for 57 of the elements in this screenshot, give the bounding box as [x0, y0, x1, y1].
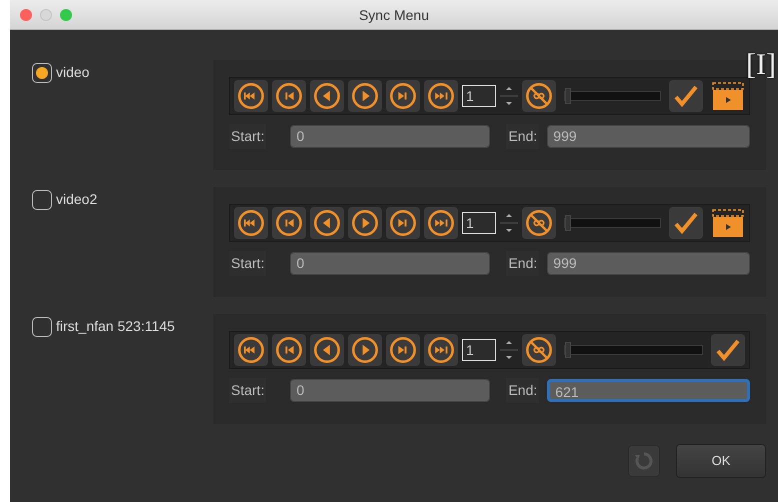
next-frame-button[interactable] — [386, 80, 420, 112]
slider-track[interactable] — [564, 218, 661, 228]
start-label: Start: — [229, 378, 266, 403]
source-label: video2 — [56, 190, 98, 209]
radio-button[interactable] — [32, 62, 52, 82]
previous-frame-button[interactable] — [272, 80, 306, 112]
previous-frame-button[interactable] — [272, 207, 306, 239]
slider-thumb[interactable] — [565, 88, 571, 104]
previous-frame-button[interactable] — [272, 334, 306, 366]
last-frame-button[interactable] — [424, 334, 458, 366]
reverse-play-button[interactable] — [310, 207, 344, 239]
reverse-play-button[interactable] — [310, 80, 344, 112]
frame-field[interactable]: 1 — [462, 212, 496, 234]
start-label: Start: — [229, 124, 266, 149]
slider-track[interactable] — [564, 345, 703, 355]
overlay-mark: [I] — [746, 50, 776, 80]
play-button[interactable] — [348, 334, 382, 366]
play-button[interactable] — [348, 80, 382, 112]
radio-button[interactable] — [32, 190, 52, 210]
slider-track[interactable] — [564, 91, 661, 101]
end-field[interactable]: 999 — [547, 252, 750, 275]
start-field[interactable]: 0 — [290, 125, 490, 148]
source-label: first_nfan 523:1145 — [56, 317, 175, 336]
loop-off-button[interactable] — [522, 334, 556, 366]
clapperboard-button[interactable] — [711, 80, 745, 112]
last-frame-button[interactable] — [424, 207, 458, 239]
ok-button[interactable]: OK — [676, 444, 766, 478]
confirm-button[interactable] — [669, 207, 703, 239]
end-label: End: — [506, 124, 540, 149]
source-label: video — [56, 63, 90, 82]
radio-button[interactable] — [32, 316, 52, 336]
last-frame-button[interactable] — [424, 80, 458, 112]
frame-field[interactable]: 1 — [462, 339, 496, 361]
start-field[interactable]: 0 — [290, 379, 490, 402]
confirm-button[interactable] — [669, 80, 703, 112]
first-frame-button[interactable] — [234, 80, 268, 112]
start-label: Start: — [229, 251, 266, 276]
end-field[interactable]: 999 — [547, 125, 750, 148]
loop-off-button[interactable] — [522, 80, 556, 112]
first-frame-button[interactable] — [234, 334, 268, 366]
end-label: End: — [506, 251, 540, 276]
clapperboard-button[interactable] — [711, 207, 745, 239]
confirm-button[interactable] — [711, 334, 745, 366]
next-frame-button[interactable] — [386, 334, 420, 366]
refresh-icon — [634, 451, 654, 471]
slider-thumb[interactable] — [565, 215, 571, 231]
loop-off-button[interactable] — [522, 207, 556, 239]
slider-thumb[interactable] — [565, 342, 571, 358]
next-frame-button[interactable] — [386, 207, 420, 239]
play-button[interactable] — [348, 207, 382, 239]
window-title: Sync Menu — [358, 6, 430, 25]
start-field[interactable]: 0 — [290, 252, 490, 275]
end-label: End: — [506, 378, 540, 403]
first-frame-button[interactable] — [234, 207, 268, 239]
frame-field[interactable]: 1 — [462, 85, 496, 107]
end-field[interactable]: 621 — [547, 379, 750, 402]
reverse-play-button[interactable] — [310, 334, 344, 366]
